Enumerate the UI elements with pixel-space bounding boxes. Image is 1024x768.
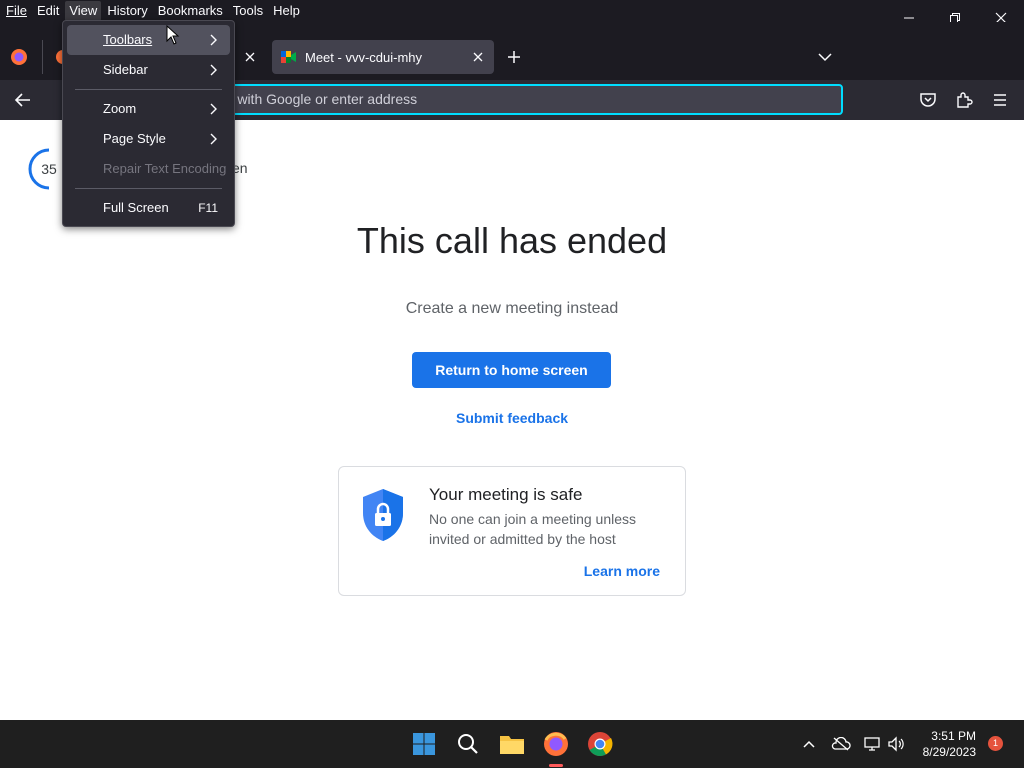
cloud-offline-icon [831, 737, 851, 751]
extensions-button[interactable] [955, 91, 973, 114]
url-bar[interactable] [180, 84, 843, 115]
tab-title: Meet - vvv-cdui-mhy [305, 49, 423, 65]
taskbar-chrome[interactable] [584, 728, 616, 760]
file-explorer-button[interactable] [496, 728, 528, 760]
list-all-tabs-button[interactable] [817, 50, 833, 69]
clock-time: 3:51 PM [931, 729, 976, 743]
menu-history[interactable]: History [103, 1, 151, 21]
close-icon [245, 52, 255, 62]
show-hidden-icons-button[interactable] [793, 728, 825, 760]
view-menu-repair-text-encoding: Repair Text Encoding [103, 161, 227, 176]
new-tab-button[interactable] [506, 49, 522, 70]
plus-icon [508, 51, 520, 63]
view-menu-sidebar[interactable]: Sidebar [67, 55, 230, 85]
tab-close-button[interactable] [468, 47, 488, 67]
network-icon [864, 737, 880, 751]
learn-more-link[interactable]: Learn more [584, 563, 660, 579]
menu-file[interactable]: File [2, 1, 31, 21]
volume-button[interactable] [880, 728, 912, 760]
menubar: File Edit View History Bookmarks Tools H… [0, 0, 1024, 22]
windows-logo-icon [413, 733, 435, 755]
page-subtitle: Create a new meeting instead [405, 300, 619, 317]
safety-card: Your meeting is safe No one can join a m… [338, 466, 686, 596]
close-icon [473, 52, 483, 62]
menu-bookmarks[interactable]: Bookmarks [154, 1, 227, 21]
view-menu-full-screen[interactable]: Full Screen F11 [67, 193, 230, 223]
return-home-button[interactable]: Return to home screen [412, 352, 611, 388]
full-screen-shortcut: F11 [198, 201, 218, 215]
active-app-indicator [549, 764, 563, 767]
start-button[interactable] [408, 728, 440, 760]
chevron-down-icon [818, 53, 832, 62]
safety-card-title: Your meeting is safe [429, 485, 583, 504]
chevron-right-icon [210, 133, 217, 145]
menu-view[interactable]: View [65, 1, 102, 21]
pocket-button[interactable] [919, 91, 937, 114]
safety-card-description: No one can join a meeting unless invited… [429, 511, 637, 547]
search-button[interactable] [452, 728, 484, 760]
tab-divider [42, 40, 43, 74]
hamburger-menu-icon [994, 94, 1006, 106]
view-menu-zoom[interactable]: Zoom [67, 94, 230, 124]
menu-separator [75, 188, 222, 189]
menu-help[interactable]: Help [269, 1, 304, 21]
arrow-left-icon [14, 93, 30, 107]
menu-separator [75, 89, 222, 90]
back-button[interactable] [14, 91, 32, 114]
view-menu-page-style[interactable]: Page Style [67, 124, 230, 154]
taskbar: 3:51 PM 8/29/2023 1 [0, 720, 1024, 768]
menu-edit[interactable]: Edit [33, 1, 63, 21]
puzzle-icon [957, 92, 973, 108]
clock-date: 8/29/2023 [922, 745, 976, 759]
mouse-cursor-icon [166, 25, 180, 45]
submit-feedback-link[interactable]: Submit feedback [0, 410, 1024, 426]
screen: File Edit View History Bookmarks Tools H… [0, 0, 1024, 768]
url-input[interactable] [214, 91, 634, 107]
firefox-icon [11, 49, 27, 65]
google-meet-icon [281, 51, 296, 63]
chevron-right-icon [210, 34, 217, 46]
notification-badge[interactable]: 1 [988, 736, 1003, 751]
chevron-up-icon [803, 740, 815, 748]
chevron-right-icon [210, 64, 217, 76]
onedrive-button[interactable] [825, 728, 857, 760]
folder-icon [500, 736, 524, 754]
tab-close-button[interactable] [242, 49, 258, 70]
tab-meet[interactable]: Meet - vvv-cdui-mhy [272, 40, 494, 74]
pocket-icon [920, 93, 936, 107]
shield-lock-icon [363, 489, 403, 541]
taskbar-firefox[interactable] [540, 728, 572, 760]
firefox-icon [544, 732, 568, 756]
chrome-icon [588, 732, 613, 757]
view-menu-toolbars[interactable]: Toolbars [67, 25, 230, 55]
view-menu-dropdown: Toolbars Sidebar Zoom Page Style Repair … [62, 20, 235, 227]
chevron-right-icon [210, 103, 217, 115]
search-icon [458, 734, 478, 754]
app-menu-button[interactable] [991, 91, 1009, 114]
speaker-icon [888, 736, 904, 752]
menu-tools[interactable]: Tools [229, 1, 267, 21]
firefox-view-button[interactable] [10, 48, 28, 71]
